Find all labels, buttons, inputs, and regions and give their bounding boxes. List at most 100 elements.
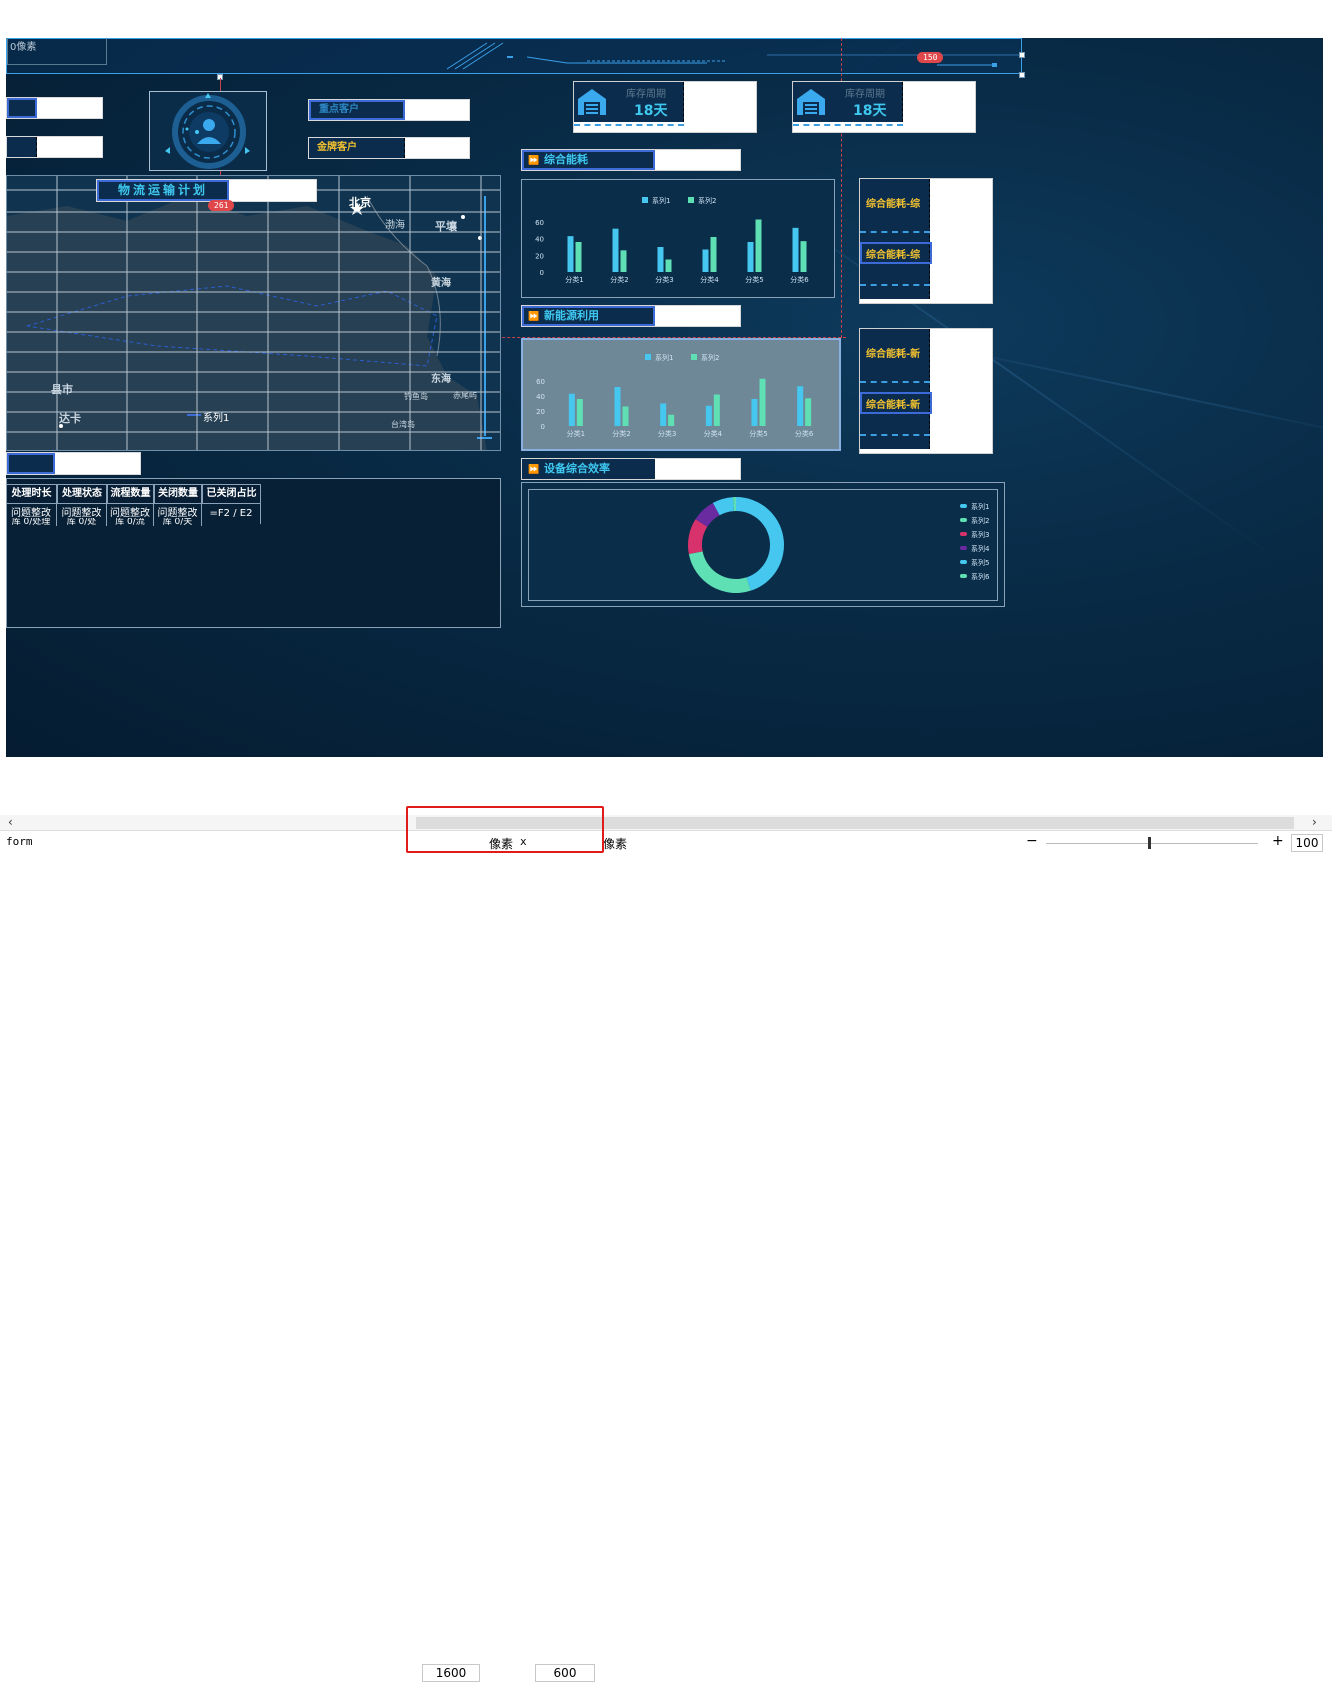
plan-badge: 261 bbox=[208, 200, 235, 211]
status-bar: form 1600 像素 x 600 像素 − + 100 bbox=[0, 830, 1332, 1682]
kpi-label: 库存周期 bbox=[845, 89, 885, 100]
table-header: 处理时长 bbox=[6, 484, 57, 504]
map-label-chiwei: 赤尾屿 bbox=[453, 391, 477, 400]
energy-chart-svg: 系列1 系列2 0 20 40 60 分类1 分类2 分类3 分类4 分类5 分类6 bbox=[535, 196, 809, 284]
bar bbox=[797, 386, 804, 426]
horizontal-scrollbar[interactable]: ‹ › bbox=[0, 815, 1332, 831]
y-tick-label: 60 bbox=[536, 378, 545, 386]
zoom-input[interactable]: 100 bbox=[1291, 834, 1323, 852]
canvas-height-input[interactable]: 600 bbox=[535, 1664, 595, 1682]
designer-window: 0像素 150 重点客户 金牌客户 北京 渤海 平壤 黄海 东海 达卡 钓鱼岛 … bbox=[0, 0, 1332, 1682]
section-title: 新能源利用 bbox=[544, 309, 599, 322]
zoom-slider-thumb[interactable] bbox=[1148, 837, 1151, 849]
table-cell[interactable]: 库 0/流 bbox=[107, 518, 154, 526]
map-label-diaoyu: 钓鱼岛 bbox=[404, 392, 428, 401]
efficiency-donut-chart[interactable]: 系列1 系列2 系列3 系列4 系列5 系列6 bbox=[521, 482, 1005, 607]
bar bbox=[612, 228, 619, 272]
bar bbox=[705, 405, 712, 426]
warehouse-icon bbox=[795, 87, 827, 117]
table-cell[interactable]: 库 0/处理 bbox=[6, 518, 57, 526]
map-panel[interactable]: 北京 渤海 平壤 黄海 东海 达卡 钓鱼岛 赤尾屿 台湾岛 县市 系列1 bbox=[6, 175, 501, 451]
zoom-in-button[interactable]: + bbox=[1272, 833, 1284, 849]
table-title-cell[interactable] bbox=[6, 452, 141, 475]
kpi-label: 库存周期 bbox=[626, 89, 666, 100]
gold-customer-label: 金牌客户 bbox=[309, 138, 405, 158]
bar bbox=[805, 398, 812, 426]
legend-swatch bbox=[645, 354, 651, 360]
resize-handle[interactable] bbox=[1019, 72, 1025, 78]
legend-label: 系列2 bbox=[701, 353, 719, 362]
x-tick-label: 分类3 bbox=[655, 275, 673, 284]
x-tick-label: 分类5 bbox=[745, 275, 763, 284]
topbar-badge: 150 bbox=[917, 52, 944, 63]
scroll-right-icon[interactable]: › bbox=[1312, 815, 1317, 829]
key-customer-field[interactable]: 重点客户 bbox=[308, 99, 470, 121]
y-tick-label: 0 bbox=[541, 423, 545, 431]
table-header: 处理状态 bbox=[57, 484, 107, 504]
table-cell[interactable]: 库 0/处 bbox=[57, 518, 107, 526]
field-cell[interactable] bbox=[6, 136, 103, 158]
map-label-east-sea: 东海 bbox=[431, 374, 451, 385]
avatar-frame[interactable] bbox=[149, 91, 267, 171]
map-series-label: 系列1 bbox=[203, 413, 230, 424]
map-label-taiwan: 台湾岛 bbox=[391, 420, 415, 429]
energy-bar-chart[interactable]: 系列1 系列2 0 20 40 60 分类1 分类2 分类3 分类4 分类5 分类6 bbox=[521, 179, 835, 298]
kpi-value: 18天 bbox=[634, 103, 668, 119]
plan-title-cell[interactable]: 物流运输计划 bbox=[96, 179, 317, 202]
kpi-card[interactable]: 库存周期 18天 bbox=[792, 81, 976, 133]
x-tick-label: 分类4 bbox=[700, 275, 719, 284]
bar bbox=[620, 250, 627, 272]
field-cell[interactable] bbox=[6, 97, 103, 119]
side-sheet-label: 综合能耗-新 bbox=[866, 349, 921, 360]
y-tick-label: 20 bbox=[536, 408, 545, 416]
x-tick-label: 分类5 bbox=[749, 429, 767, 438]
gold-customer-field[interactable]: 金牌客户 bbox=[308, 137, 470, 159]
legend-swatch bbox=[642, 197, 648, 203]
x-tick-label: 分类3 bbox=[658, 429, 676, 438]
table-header: 流程数量 bbox=[107, 484, 154, 504]
bar bbox=[755, 219, 762, 272]
key-customer-label: 重点客户 bbox=[309, 100, 405, 120]
table-header: 已关闭占比 bbox=[202, 484, 261, 504]
renewable-bar-chart[interactable]: 系列1 系列2 0 20 40 60 分类1 分类2 分类3 分类4 分类5 分类6 bbox=[521, 338, 841, 451]
y-tick-label: 0 bbox=[540, 269, 544, 277]
table-cell[interactable]: 库 0/关 bbox=[154, 518, 202, 526]
x-tick-label: 分类1 bbox=[565, 275, 583, 284]
section-header-efficiency[interactable]: ⏩ 设备综合效率 bbox=[521, 458, 741, 480]
canvas-width-input[interactable]: 1600 bbox=[422, 1664, 480, 1682]
table-cell[interactable]: =F2 / E2 bbox=[202, 504, 261, 524]
bar bbox=[622, 406, 629, 426]
renewable-side-sheet[interactable]: 综合能耗-新 综合能耗-新 bbox=[859, 328, 993, 454]
kpi-card[interactable]: 库存周期 18天 bbox=[573, 81, 757, 133]
legend-label: 系列1 bbox=[652, 196, 670, 205]
dashboard-canvas[interactable]: 0像素 150 重点客户 金牌客户 北京 渤海 平壤 黄海 东海 达卡 钓鱼岛 … bbox=[6, 38, 1323, 757]
map-grid bbox=[7, 176, 500, 450]
bar bbox=[751, 399, 758, 426]
avatar bbox=[165, 93, 250, 169]
x-tick-label: 分类4 bbox=[704, 429, 723, 438]
resize-handle[interactable] bbox=[1019, 52, 1025, 58]
bar bbox=[747, 242, 754, 272]
title-bar-frame[interactable]: 0像素 150 bbox=[6, 38, 1023, 74]
section-header-energy[interactable]: ⏩ 综合能耗 bbox=[521, 149, 741, 171]
bar bbox=[614, 387, 621, 426]
bar bbox=[800, 241, 807, 272]
bar bbox=[567, 236, 574, 272]
section-header-renewable[interactable]: ⏩ 新能源利用 bbox=[521, 305, 741, 327]
energy-side-sheet[interactable]: 综合能耗-综 综合能耗-综 bbox=[859, 178, 993, 304]
bar bbox=[657, 247, 664, 272]
scroll-left-icon[interactable]: ‹ bbox=[8, 815, 13, 829]
x-tick-label: 分类6 bbox=[795, 429, 814, 438]
x-tick-label: 分类2 bbox=[610, 275, 628, 284]
section-title: 综合能耗 bbox=[544, 153, 588, 166]
zoom-out-button[interactable]: − bbox=[1026, 833, 1038, 849]
kpi-value: 18天 bbox=[853, 103, 887, 119]
x-tick-label: 分类1 bbox=[567, 429, 585, 438]
bar bbox=[665, 259, 672, 272]
side-sheet-label: 综合能耗-新 bbox=[866, 400, 921, 411]
section-icon: ⏩ bbox=[528, 312, 540, 322]
y-tick-label: 40 bbox=[536, 393, 545, 401]
zoom-slider[interactable] bbox=[1046, 843, 1258, 844]
bar bbox=[660, 403, 667, 426]
warehouse-icon bbox=[576, 87, 608, 117]
